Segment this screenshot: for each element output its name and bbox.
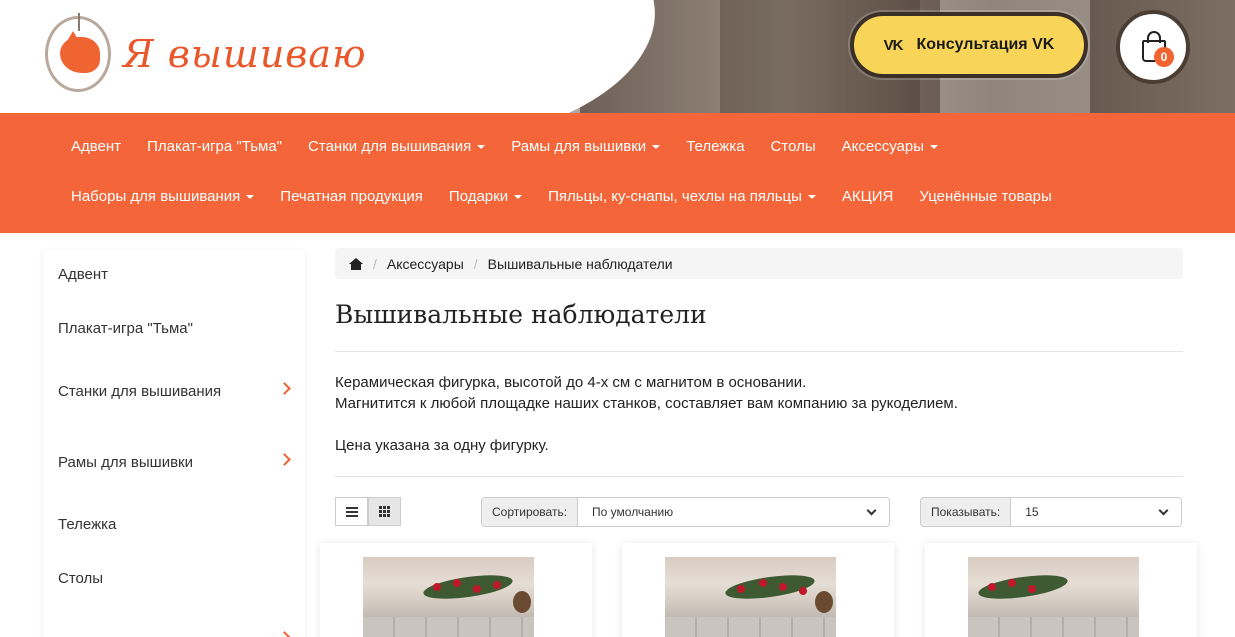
nav-item-discounted[interactable]: Уценённые товары: [906, 187, 1064, 207]
nav-item-frames[interactable]: Рамы для вышивки: [498, 137, 673, 157]
sidebar-item-frames[interactable]: Рамы для вышивки: [58, 454, 193, 471]
chevron-right-icon[interactable]: [278, 453, 291, 466]
product-card[interactable]: [925, 543, 1197, 637]
breadcrumb: / Аксессуары / Вышивальные наблюдатели: [335, 248, 1183, 279]
cart-button[interactable]: 0: [1116, 10, 1190, 84]
description-line: Керамическая фигурка, высотой до 4-х см …: [335, 374, 807, 391]
nav-item-accessories[interactable]: Аксессуары: [829, 137, 951, 157]
view-toggle: [335, 497, 401, 526]
sidebar-item-advent[interactable]: Адвент: [58, 266, 108, 283]
sort-label: Сортировать:: [482, 498, 579, 526]
chevron-down-icon: [866, 505, 877, 515]
caret-down-icon: [930, 145, 939, 150]
product-image[interactable]: [968, 557, 1139, 637]
nav-item-poster-game[interactable]: Плакат-игра "Тьма": [134, 137, 295, 157]
caret-down-icon: [246, 195, 255, 200]
cart-count-badge: 0: [1154, 47, 1174, 67]
logo-text: Я вышиваю: [123, 32, 367, 76]
description-line: Цена указана за одну фигурку.: [335, 437, 549, 454]
nav-item-kits[interactable]: Наборы для вышивания: [58, 187, 267, 207]
main-navigation: Адвент Плакат-игра "Тьма" Станки для выш…: [0, 113, 1235, 233]
category-description: Керамическая фигурка, высотой до 4-х см …: [335, 372, 958, 456]
page-title: Вышивальные наблюдатели: [335, 300, 707, 329]
product-card[interactable]: [320, 543, 592, 637]
nav-row-1: Адвент Плакат-игра "Тьма" Станки для выш…: [58, 137, 951, 157]
product-image[interactable]: [363, 557, 534, 637]
grid-view-button[interactable]: [368, 497, 401, 526]
limit-select[interactable]: 15: [1011, 498, 1181, 526]
chevron-right-icon[interactable]: [278, 631, 291, 637]
divider: [335, 351, 1183, 352]
caret-down-icon: [477, 145, 486, 150]
category-sidebar: Адвент Плакат-игра "Тьма" Станки для выш…: [43, 250, 305, 637]
nav-item-tables[interactable]: Столы: [758, 137, 829, 157]
sidebar-item-stands[interactable]: Станки для вышивания: [58, 383, 221, 400]
home-icon[interactable]: [349, 257, 363, 270]
fox-hoop-logo-icon: [45, 13, 111, 92]
sidebar-item-tables[interactable]: Столы: [58, 570, 103, 587]
list-view-button[interactable]: [335, 497, 368, 526]
nav-item-printed[interactable]: Печатная продукция: [267, 187, 436, 207]
grid-icon: [379, 506, 390, 517]
site-header: Я вышиваю VK Консультация VK 0: [0, 0, 1235, 113]
caret-down-icon: [652, 145, 661, 150]
vk-consultation-button[interactable]: VK Консультация VK: [850, 12, 1088, 78]
vk-icon: VK: [883, 36, 904, 54]
vk-consultation-label: Консультация VK: [916, 36, 1055, 53]
breadcrumb-item-accessories[interactable]: Аксессуары: [387, 256, 464, 272]
divider: [335, 476, 1183, 477]
sidebar-item-trolley[interactable]: Тележка: [58, 516, 116, 533]
site-logo[interactable]: Я вышиваю: [45, 13, 367, 92]
nav-item-stands[interactable]: Станки для вышивания: [295, 137, 498, 157]
limit-control: Показывать: 15: [920, 497, 1182, 527]
sort-control: Сортировать: По умолчанию: [481, 497, 890, 527]
nav-item-hoops[interactable]: Пяльцы, ку-снапы, чехлы на пяльцы: [535, 187, 829, 207]
nav-item-sale[interactable]: АКЦИЯ: [829, 187, 906, 207]
limit-label: Показывать:: [921, 498, 1012, 526]
caret-down-icon: [807, 195, 816, 200]
sort-select[interactable]: По умолчанию: [578, 498, 889, 526]
nav-item-gifts[interactable]: Подарки: [436, 187, 535, 207]
nav-item-advent[interactable]: Адвент: [58, 137, 134, 157]
caret-down-icon: [514, 195, 523, 200]
description-line: Магнитится к любой площадке наших станко…: [335, 395, 958, 412]
product-card[interactable]: [622, 543, 894, 637]
description-line: [335, 414, 958, 435]
breadcrumb-item-current: Вышивальные наблюдатели: [487, 255, 673, 272]
nav-item-cart-trolley[interactable]: Тележка: [673, 137, 757, 157]
chevron-down-icon: [1158, 505, 1169, 515]
chevron-right-icon[interactable]: [278, 382, 291, 395]
sidebar-item-poster-game[interactable]: Плакат-игра "Тьма": [58, 320, 193, 337]
list-icon: [345, 506, 358, 517]
product-image[interactable]: [665, 557, 836, 637]
nav-row-2: Наборы для вышивания Печатная продукция …: [58, 187, 1065, 207]
